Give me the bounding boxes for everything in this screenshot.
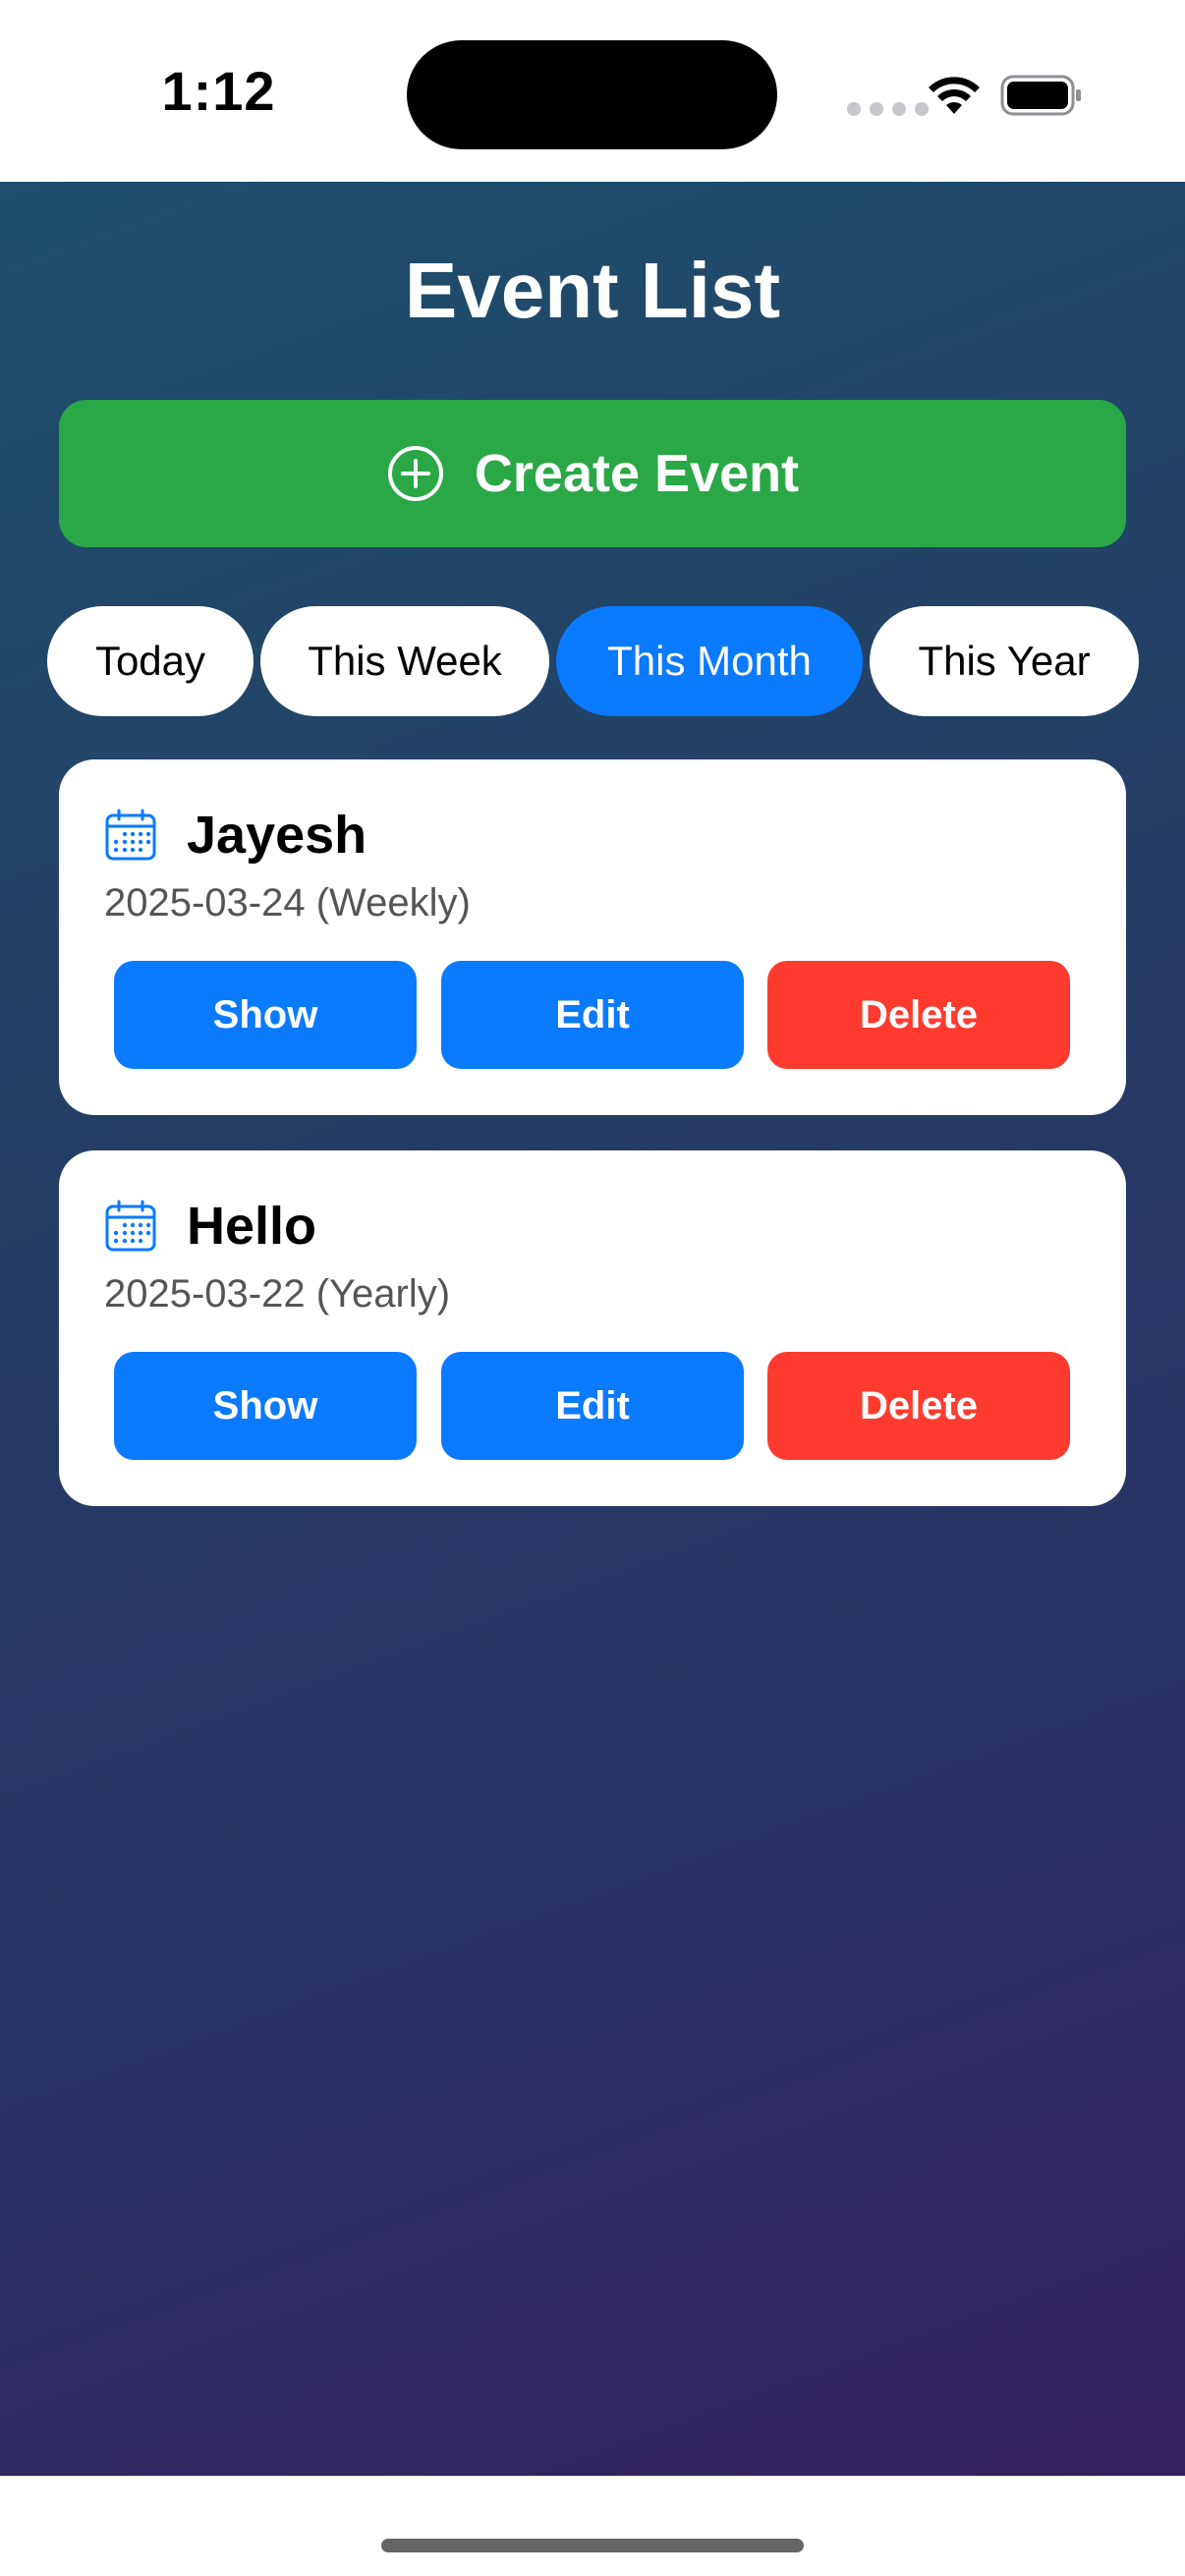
status-time: 1:12 <box>161 60 276 122</box>
filter-tab-this-week[interactable]: This Week <box>260 606 549 716</box>
filter-tab-today[interactable]: Today <box>47 606 254 716</box>
show-button[interactable]: Show <box>114 1352 417 1460</box>
event-card: Jayesh 2025-03-24 (Weekly) Show Edit Del… <box>59 759 1126 1115</box>
dynamic-island <box>407 40 777 149</box>
wifi-icon <box>929 77 980 114</box>
event-date: 2025-03-22 (Yearly) <box>104 1272 451 1316</box>
app-screen: 1:12 Event List Create Event Today This … <box>0 0 1185 2576</box>
calendar-icon <box>105 809 156 861</box>
show-button[interactable]: Show <box>114 961 417 1069</box>
edit-button[interactable]: Edit <box>441 961 744 1069</box>
home-indicator[interactable] <box>381 2539 804 2552</box>
event-card: Hello 2025-03-22 (Yearly) Show Edit Dele… <box>59 1150 1126 1506</box>
calendar-icon <box>105 1200 156 1252</box>
cellular-signal-icon <box>847 102 930 116</box>
edit-button[interactable]: Edit <box>441 1352 744 1460</box>
event-name: Hello <box>187 1197 317 1256</box>
battery-icon <box>1000 75 1081 116</box>
status-bar: 1:12 <box>0 0 1185 182</box>
plus-circle-icon <box>387 446 443 501</box>
create-event-label: Create Event <box>474 444 800 503</box>
filter-tab-this-year[interactable]: This Year <box>870 606 1139 716</box>
page-title: Event List <box>404 247 781 334</box>
event-date: 2025-03-24 (Weekly) <box>104 881 471 924</box>
main-content: Event List Create Event Today This Week … <box>0 182 1185 2476</box>
create-event-button[interactable]: Create Event <box>59 400 1126 547</box>
event-name: Jayesh <box>187 806 367 865</box>
delete-button[interactable]: Delete <box>767 961 1070 1069</box>
delete-button[interactable]: Delete <box>767 1352 1070 1460</box>
filter-tab-this-month[interactable]: This Month <box>556 606 863 716</box>
